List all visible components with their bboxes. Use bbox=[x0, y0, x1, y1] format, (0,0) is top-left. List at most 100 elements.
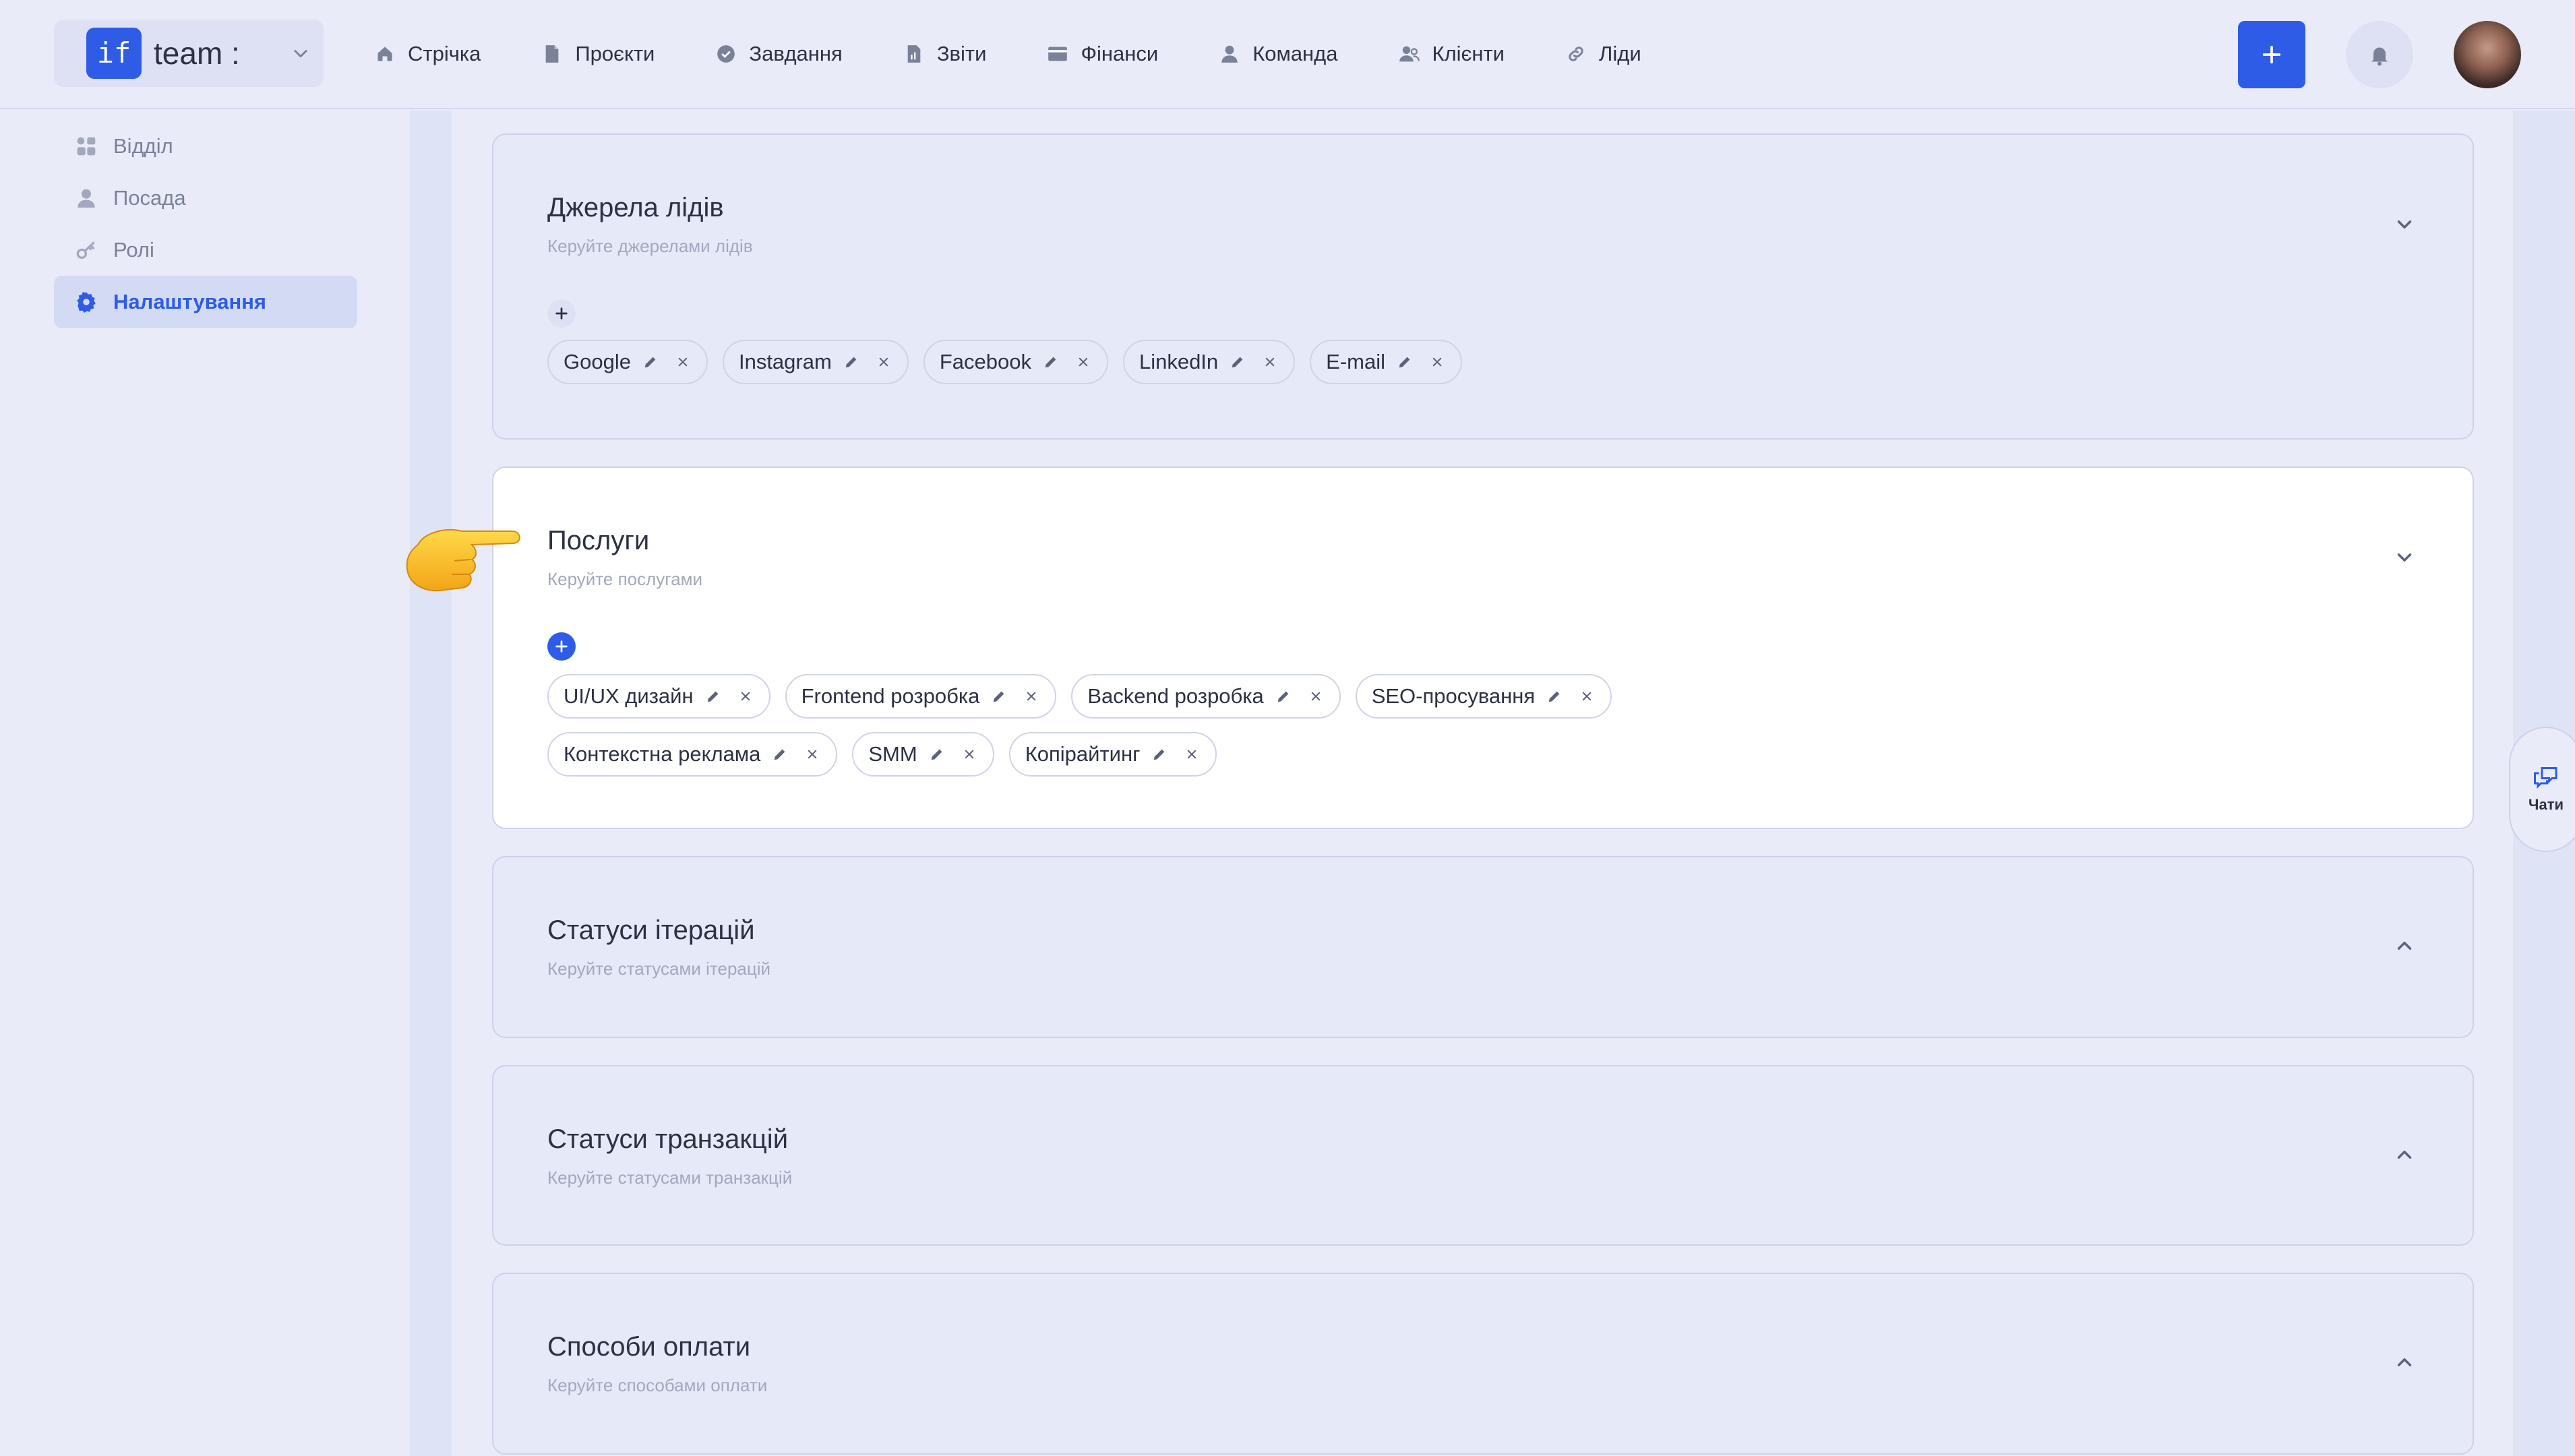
chevron-up-icon[interactable] bbox=[2393, 1351, 2416, 1374]
nav-item-tasks[interactable]: Завдання bbox=[715, 27, 843, 81]
sidebar-item-label: Налаштування bbox=[113, 290, 267, 313]
tag-chip[interactable]: Google bbox=[547, 340, 708, 384]
nav-item-team[interactable]: Команда bbox=[1219, 27, 1338, 81]
pencil-icon[interactable] bbox=[928, 746, 946, 763]
tag-label: Контекстна реклама bbox=[564, 742, 761, 766]
nav-item-leads[interactable]: Ліди bbox=[1565, 27, 1641, 81]
nav-item-reports[interactable]: Звіти bbox=[903, 27, 987, 81]
nav-label: Фінанси bbox=[1081, 42, 1159, 65]
section-title: Способи оплати bbox=[547, 1332, 751, 1362]
pointing-hand-icon bbox=[406, 529, 520, 592]
section-payment-methods[interactable]: Способи оплати Керуйте способами оплати bbox=[492, 1273, 2474, 1455]
chevron-down-icon[interactable] bbox=[2393, 546, 2416, 569]
key-icon bbox=[74, 238, 98, 262]
create-button[interactable] bbox=[2238, 21, 2305, 88]
pencil-icon[interactable] bbox=[990, 688, 1008, 705]
add-service-button[interactable] bbox=[547, 632, 576, 661]
nav-label: Завдання bbox=[749, 42, 843, 65]
close-icon[interactable] bbox=[1074, 353, 1092, 371]
settings-sidebar: Відділ Посада Ролі Налаштування bbox=[0, 111, 410, 1456]
pencil-icon[interactable] bbox=[1042, 353, 1060, 371]
tag-label: SMM bbox=[868, 742, 917, 766]
pencil-icon[interactable] bbox=[1275, 688, 1292, 705]
tag-chip[interactable]: SEO-просування bbox=[1355, 674, 1612, 719]
user-avatar[interactable] bbox=[2454, 21, 2521, 88]
tag-chip[interactable]: Facebook bbox=[923, 340, 1108, 384]
sidebar-item-position[interactable]: Посада bbox=[54, 172, 357, 224]
section-lead-sources: Джерела лідів Керуйте джерелами лідів Go… bbox=[492, 133, 2474, 439]
section-title: Статуси ітерацій bbox=[547, 915, 755, 945]
close-icon[interactable] bbox=[875, 353, 892, 371]
pencil-icon[interactable] bbox=[771, 746, 789, 763]
notifications-button[interactable] bbox=[2346, 21, 2413, 88]
close-icon[interactable] bbox=[1183, 746, 1201, 763]
tag-chip[interactable]: Backend розробка bbox=[1071, 674, 1341, 719]
user-icon bbox=[74, 186, 98, 210]
close-icon[interactable] bbox=[1307, 688, 1325, 705]
tag-label: Facebook bbox=[939, 350, 1031, 373]
service-tags-row-1: UI/UX дизайн Frontend розробка Backend р… bbox=[547, 674, 1627, 719]
gear-icon bbox=[74, 290, 98, 314]
nav-label: Звіти bbox=[936, 42, 987, 65]
plus-icon bbox=[2262, 45, 2281, 64]
pencil-icon[interactable] bbox=[843, 353, 860, 371]
add-lead-source-button[interactable] bbox=[547, 299, 576, 328]
tag-chip[interactable]: Frontend розробка bbox=[785, 674, 1057, 719]
pencil-icon[interactable] bbox=[1151, 746, 1168, 763]
nav-item-clients[interactable]: Клієнти bbox=[1399, 27, 1505, 81]
user-icon bbox=[1219, 43, 1240, 65]
wallet-icon bbox=[1047, 43, 1068, 65]
pencil-icon[interactable] bbox=[1396, 353, 1414, 371]
chevron-up-icon[interactable] bbox=[2393, 1143, 2416, 1166]
sidebar-item-label: Ролі bbox=[113, 238, 154, 262]
nav-label: Команда bbox=[1252, 42, 1338, 65]
tag-chip[interactable]: UI/UX дизайн bbox=[547, 674, 770, 719]
chats-label: Чати bbox=[2528, 796, 2564, 813]
pencil-icon[interactable] bbox=[1546, 688, 1563, 705]
tag-label: E-mail bbox=[1326, 350, 1386, 373]
main-nav: Стрічка Проєкти Завдання Звіти Фінанси К… bbox=[374, 27, 1702, 81]
tag-chip[interactable]: LinkedIn bbox=[1122, 340, 1296, 384]
close-icon[interactable] bbox=[674, 353, 692, 371]
nav-item-finance[interactable]: Фінанси bbox=[1047, 27, 1158, 81]
link-icon bbox=[1565, 43, 1587, 65]
content-gutter-left bbox=[410, 111, 452, 1456]
chat-bubbles-icon bbox=[2534, 767, 2557, 789]
close-icon[interactable] bbox=[1261, 353, 1279, 371]
close-icon[interactable] bbox=[1023, 688, 1040, 705]
tag-label: Instagram bbox=[738, 350, 832, 373]
tag-label: SEO-просування bbox=[1371, 684, 1536, 708]
close-icon[interactable] bbox=[1428, 353, 1446, 371]
tag-chip[interactable]: Копірайтинг bbox=[1008, 732, 1217, 777]
close-icon[interactable] bbox=[737, 688, 754, 705]
section-subtitle: Керуйте статусами ітерацій bbox=[547, 959, 771, 979]
tag-chip[interactable]: Instagram bbox=[722, 340, 909, 384]
sidebar-item-department[interactable]: Відділ bbox=[54, 120, 357, 173]
section-services: Послуги Керуйте послугами UI/UX дизайн F… bbox=[492, 466, 2474, 829]
tag-chip[interactable]: E-mail bbox=[1310, 340, 1463, 384]
section-subtitle: Керуйте джерелами лідів bbox=[547, 236, 753, 256]
pencil-icon[interactable] bbox=[704, 688, 722, 705]
workspace-switcher[interactable]: if team : bbox=[54, 20, 324, 87]
close-icon[interactable] bbox=[961, 746, 978, 763]
tag-chip[interactable]: SMM bbox=[852, 732, 994, 777]
section-title: Послуги bbox=[547, 526, 650, 555]
lead-source-tags: Google Instagram Facebook LinkedIn E-mai… bbox=[547, 340, 1477, 384]
pencil-icon[interactable] bbox=[642, 353, 659, 371]
sidebar-item-roles[interactable]: Ролі bbox=[54, 224, 357, 276]
chats-tab[interactable]: Чати bbox=[2509, 727, 2575, 852]
close-icon[interactable] bbox=[1578, 688, 1596, 705]
section-subtitle: Керуйте послугами bbox=[547, 569, 703, 589]
nav-item-projects[interactable]: Проєкти bbox=[541, 27, 655, 81]
pencil-icon[interactable] bbox=[1229, 353, 1246, 371]
tag-chip[interactable]: Контекстна реклама bbox=[547, 732, 838, 777]
chevron-down-icon[interactable] bbox=[2393, 213, 2416, 236]
section-transaction-statuses[interactable]: Статуси транзакцій Керуйте статусами тра… bbox=[492, 1065, 2474, 1246]
chevron-up-icon[interactable] bbox=[2393, 934, 2416, 957]
close-icon[interactable] bbox=[804, 746, 821, 763]
nav-label: Ліди bbox=[1599, 42, 1641, 65]
nav-item-feed[interactable]: Стрічка bbox=[374, 27, 481, 81]
section-iteration-statuses[interactable]: Статуси ітерацій Керуйте статусами ітера… bbox=[492, 856, 2474, 1038]
chevron-down-icon bbox=[294, 50, 307, 58]
sidebar-item-settings[interactable]: Налаштування bbox=[54, 276, 357, 328]
